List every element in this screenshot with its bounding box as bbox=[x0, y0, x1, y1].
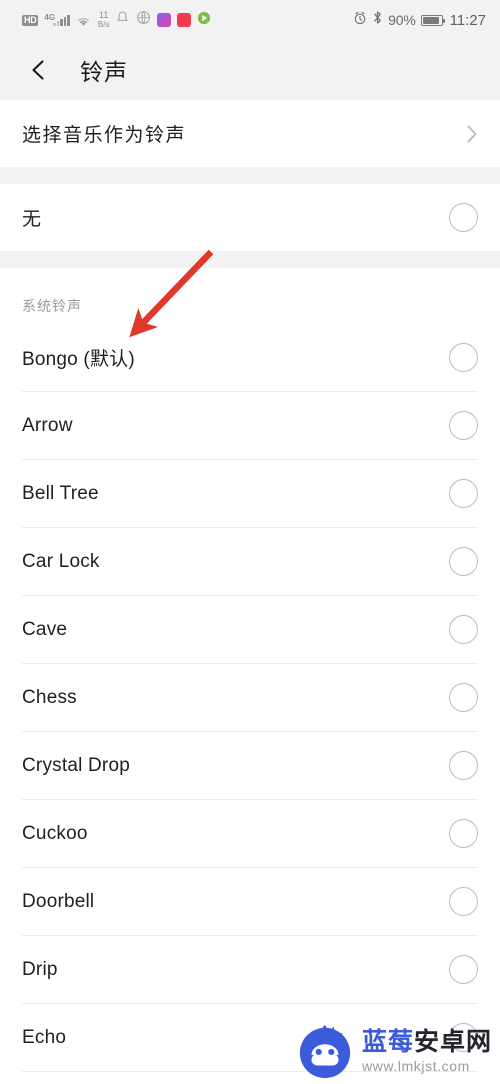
ringtone-radio[interactable] bbox=[449, 955, 478, 984]
wifi-icon bbox=[76, 14, 91, 26]
blueberry-android-logo-icon bbox=[296, 1022, 354, 1080]
ringtone-label: Bell Tree bbox=[22, 482, 99, 504]
ringtone-label: Car Lock bbox=[22, 550, 100, 572]
ringtone-radio[interactable] bbox=[449, 547, 478, 576]
ringtone-row-cuckoo[interactable]: Cuckoo bbox=[0, 800, 500, 867]
ringtone-row-none[interactable]: 无 bbox=[0, 184, 500, 251]
ringtone-radio[interactable] bbox=[449, 615, 478, 644]
ringtone-row-bell-tree[interactable]: Bell Tree bbox=[0, 460, 500, 527]
ringtone-row-car-lock[interactable]: Car Lock bbox=[0, 528, 500, 595]
ringtone-radio[interactable] bbox=[449, 751, 478, 780]
ringtone-label: Chess bbox=[22, 686, 77, 708]
watermark: 蓝莓安卓网 www.lmkjst.com bbox=[296, 1022, 492, 1080]
page-title: 铃声 bbox=[80, 59, 128, 85]
status-bar-right: 90% 11:27 bbox=[353, 10, 486, 30]
ringtone-label: Arrow bbox=[22, 414, 73, 436]
ringtone-radio[interactable] bbox=[449, 203, 478, 232]
status-bar: HD 4G 11 B/s 90% 11:27 bbox=[0, 0, 500, 40]
alarm-clock-icon bbox=[353, 11, 367, 30]
section-header-system-ringtones: 系统铃声 bbox=[0, 268, 500, 324]
signal-bars-icon: 4G bbox=[44, 12, 70, 26]
notification-silent-icon bbox=[115, 10, 130, 30]
ringtone-label: Drip bbox=[22, 958, 58, 980]
app-red-icon bbox=[177, 13, 192, 27]
network-speed-icon: 11 B/s bbox=[97, 10, 110, 30]
section-gap bbox=[0, 167, 500, 184]
network-speed-unit: B/s bbox=[97, 20, 110, 29]
ringtone-label: Cave bbox=[22, 618, 68, 640]
network-speed-value: 11 bbox=[99, 10, 109, 20]
ringtone-label: 无 bbox=[22, 209, 43, 230]
ringtone-row-cave[interactable]: Cave bbox=[0, 596, 500, 663]
network-type-label: 4G bbox=[44, 12, 56, 22]
watermark-url: www.lmkjst.com bbox=[361, 1057, 470, 1074]
bluetooth-icon bbox=[372, 10, 383, 30]
ringtone-radio[interactable] bbox=[449, 479, 478, 508]
ringtone-radio[interactable] bbox=[449, 683, 478, 712]
chevron-right-icon bbox=[466, 124, 478, 144]
ringtone-row-crystal-drop[interactable]: Crystal Drop bbox=[0, 732, 500, 799]
back-arrow-icon[interactable] bbox=[24, 55, 54, 85]
watermark-name-blue: 蓝莓 bbox=[361, 1027, 414, 1056]
ringtone-radio[interactable] bbox=[449, 411, 478, 440]
ringtone-row-doorbell[interactable]: Doorbell bbox=[0, 868, 500, 935]
ringtone-radio[interactable] bbox=[449, 343, 478, 372]
hd-badge-icon: HD bbox=[22, 14, 39, 26]
section-header-label: 系统铃声 bbox=[22, 298, 82, 314]
choose-music-as-ringtone-row[interactable]: 选择音乐作为铃声 bbox=[0, 100, 500, 167]
ringtone-label: Crystal Drop bbox=[22, 754, 130, 776]
status-bar-left: HD 4G 11 B/s bbox=[22, 10, 211, 30]
ringtone-label: Bongo (默认) bbox=[22, 349, 135, 370]
watermark-name-dark: 安卓网 bbox=[413, 1027, 492, 1056]
watermark-text: 蓝莓安卓网 www.lmkjst.com bbox=[361, 1028, 492, 1074]
ringtone-row-drip[interactable]: Drip bbox=[0, 936, 500, 1003]
battery-icon bbox=[420, 14, 446, 26]
phone-screen: HD 4G 11 B/s 90% 11:27 铃声 选择音乐作为铃声 无 系统铃… bbox=[0, 0, 500, 1084]
ringtone-label: Cuckoo bbox=[22, 822, 88, 844]
ringtone-label: Doorbell bbox=[22, 890, 95, 912]
clock-label: 11:27 bbox=[449, 11, 486, 29]
watermark-site-name: 蓝莓安卓网 bbox=[362, 1028, 492, 1056]
ringtone-row-bongo[interactable]: Bongo (默认) bbox=[0, 324, 500, 391]
ringtone-row-arrow[interactable]: Arrow bbox=[0, 392, 500, 459]
play-store-icon bbox=[197, 11, 211, 30]
section-gap bbox=[0, 251, 500, 268]
ringtone-label: Echo bbox=[22, 1026, 67, 1048]
choose-music-label: 选择音乐作为铃声 bbox=[22, 125, 187, 146]
ringtone-radio[interactable] bbox=[449, 887, 478, 916]
app-bar: 铃声 bbox=[0, 40, 500, 100]
ringtone-radio[interactable] bbox=[449, 819, 478, 848]
app-purple-icon bbox=[157, 13, 172, 27]
ringtone-row-chess[interactable]: Chess bbox=[0, 664, 500, 731]
settings-list: 选择音乐作为铃声 无 系统铃声 Bongo (默认) Arrow Bell Tr… bbox=[0, 100, 500, 1084]
browser-globe-icon bbox=[136, 10, 151, 30]
battery-percent-label: 90% bbox=[388, 12, 416, 28]
